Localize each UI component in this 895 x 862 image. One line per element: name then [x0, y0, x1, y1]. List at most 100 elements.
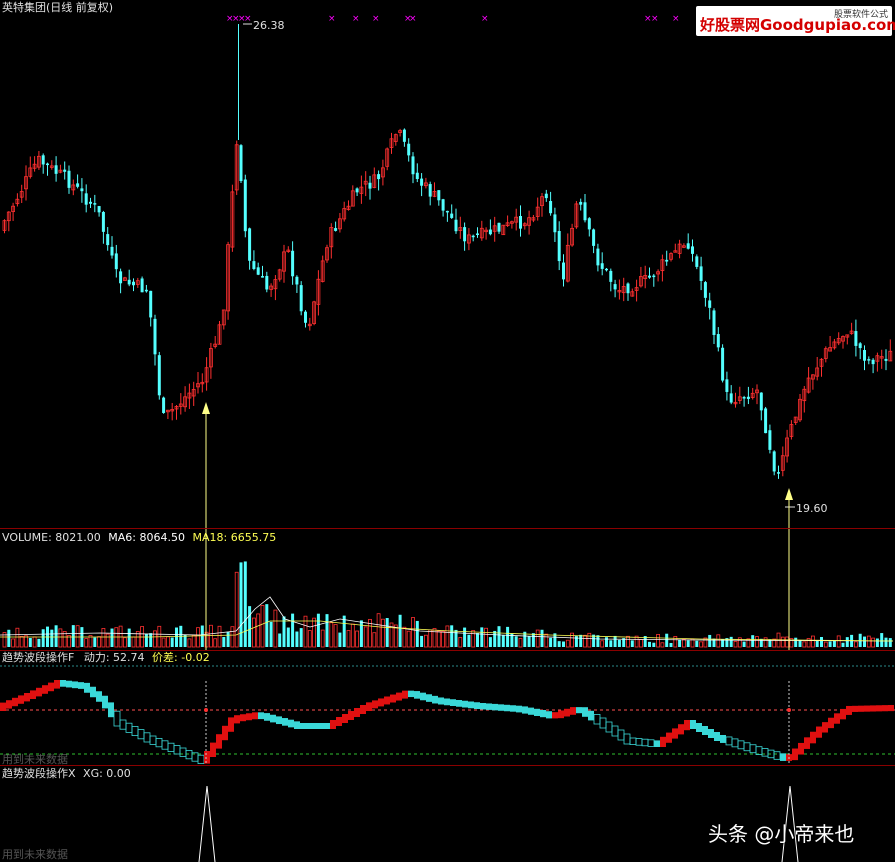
- candle-body: [93, 203, 97, 205]
- candle-body: [441, 199, 445, 211]
- trend-block: [534, 708, 540, 716]
- volume-bar: [441, 630, 446, 648]
- candle-body: [97, 206, 101, 213]
- volume-bar: [161, 637, 166, 648]
- trend-block: [852, 705, 858, 712]
- candle-body: [454, 219, 458, 232]
- trend-block: [714, 732, 720, 741]
- volume-bar: [84, 638, 89, 648]
- candle-body: [291, 250, 295, 277]
- future-data-note: 用到未来数据: [2, 848, 68, 861]
- trend-block: [708, 729, 714, 738]
- candle-body: [579, 201, 583, 205]
- trend-block: [570, 707, 576, 715]
- volume-bar: [811, 635, 815, 648]
- trend-block: [246, 713, 252, 721]
- trend-block: [324, 723, 330, 729]
- trend-indicator-panel[interactable]: 趋势波段操作F 动力: 52.74 价差: -0.02 用到未来数据: [0, 651, 895, 766]
- volume-bar: [385, 618, 389, 647]
- trend-block: [492, 703, 498, 711]
- volume-bar: [208, 624, 213, 648]
- volume-bar: [41, 629, 45, 647]
- volume-bar: [565, 639, 570, 648]
- trend-block: [599, 717, 607, 729]
- candlestick-panel[interactable]: × × × × × × × × × × × × × 英特集团(日线 前复权) 26.38 19.60 股…: [0, 0, 895, 528]
- trend-block: [540, 710, 546, 718]
- volume-panel[interactable]: VOLUME: 8021.00 MA6: 8064.50 MA18: 6655.…: [0, 529, 895, 650]
- trend-block: [605, 721, 613, 733]
- volume-bar: [24, 635, 28, 648]
- trend-block: [816, 726, 822, 738]
- trend-block: [24, 693, 30, 702]
- volume-bar: [239, 562, 243, 647]
- volume-bar: [669, 642, 673, 647]
- volume-bar: [411, 617, 415, 648]
- trend-block: [354, 708, 360, 717]
- trend-block: [294, 721, 300, 729]
- trend-block: [737, 740, 745, 750]
- volume-bar: [716, 634, 721, 648]
- volume-bar: [562, 641, 565, 647]
- candle-body: [63, 169, 67, 172]
- volume-bar: [501, 635, 505, 647]
- candle-body: [428, 184, 432, 197]
- volume-bar: [836, 635, 841, 648]
- candle-body: [884, 358, 888, 361]
- volume-bar: [295, 631, 299, 647]
- candle-body: [46, 163, 49, 166]
- volume-bar: [798, 640, 802, 647]
- candle-body: [609, 270, 613, 282]
- trend-block: [846, 705, 852, 715]
- candle-body: [437, 190, 441, 201]
- volume-bar: [557, 641, 561, 647]
- ma6-line: [0, 596, 894, 642]
- cross-mark-icon: ×: [372, 14, 380, 24]
- candle-body: [243, 179, 247, 232]
- volume-bar: [742, 641, 746, 647]
- volume-bar: [278, 633, 282, 647]
- trend-block: [420, 692, 426, 701]
- trend-block: [546, 711, 552, 719]
- candle-body: [764, 408, 768, 434]
- volume-bar: [467, 634, 471, 647]
- candle-body: [605, 268, 608, 271]
- trend-block: [474, 702, 480, 709]
- trend-block: [755, 746, 763, 755]
- volume-bar: [484, 627, 489, 648]
- price-diff-value: 价差: -0.02: [152, 651, 210, 664]
- trend-block: [348, 711, 354, 720]
- xg-indicator-panel[interactable]: 趋势波段操作X XG: 0.00 用到未来数据: [0, 766, 895, 862]
- volume-bar: [312, 617, 317, 648]
- candle-body: [355, 188, 359, 193]
- trend-block: [216, 734, 222, 749]
- volume-bar: [398, 614, 402, 647]
- trend-block: [792, 748, 798, 761]
- candle-body: [871, 359, 875, 365]
- trend-block: [167, 742, 175, 752]
- trend-block: [725, 736, 733, 746]
- volume-bar: [131, 636, 136, 648]
- volume-value: VOLUME: 8021.00: [2, 531, 101, 544]
- trend-block: [678, 724, 684, 735]
- trend-block: [720, 735, 726, 743]
- trend-block: [102, 695, 108, 709]
- trend-block: [635, 738, 643, 746]
- volume-bar: [346, 630, 351, 648]
- xg-name: 趋势波段操作X: [2, 767, 76, 780]
- candle-body: [699, 266, 703, 281]
- volume-bar: [626, 635, 630, 648]
- trend-block: [288, 719, 294, 728]
- cross-mark-icon: ×: [481, 14, 489, 24]
- trend-block: [629, 737, 637, 745]
- trend-block: [623, 733, 631, 745]
- volume-bar: [75, 625, 80, 648]
- volume-bar: [815, 640, 819, 647]
- candlestick-chart: ×××× × × × ×× × × × ×: [2, 14, 893, 528]
- volume-bar: [648, 641, 651, 647]
- trend-block: [593, 714, 601, 725]
- trend-block: [252, 712, 258, 720]
- candle-body: [153, 318, 157, 355]
- candle-body: [420, 178, 424, 186]
- candle-body: [239, 145, 243, 182]
- volume-bar: [436, 630, 441, 648]
